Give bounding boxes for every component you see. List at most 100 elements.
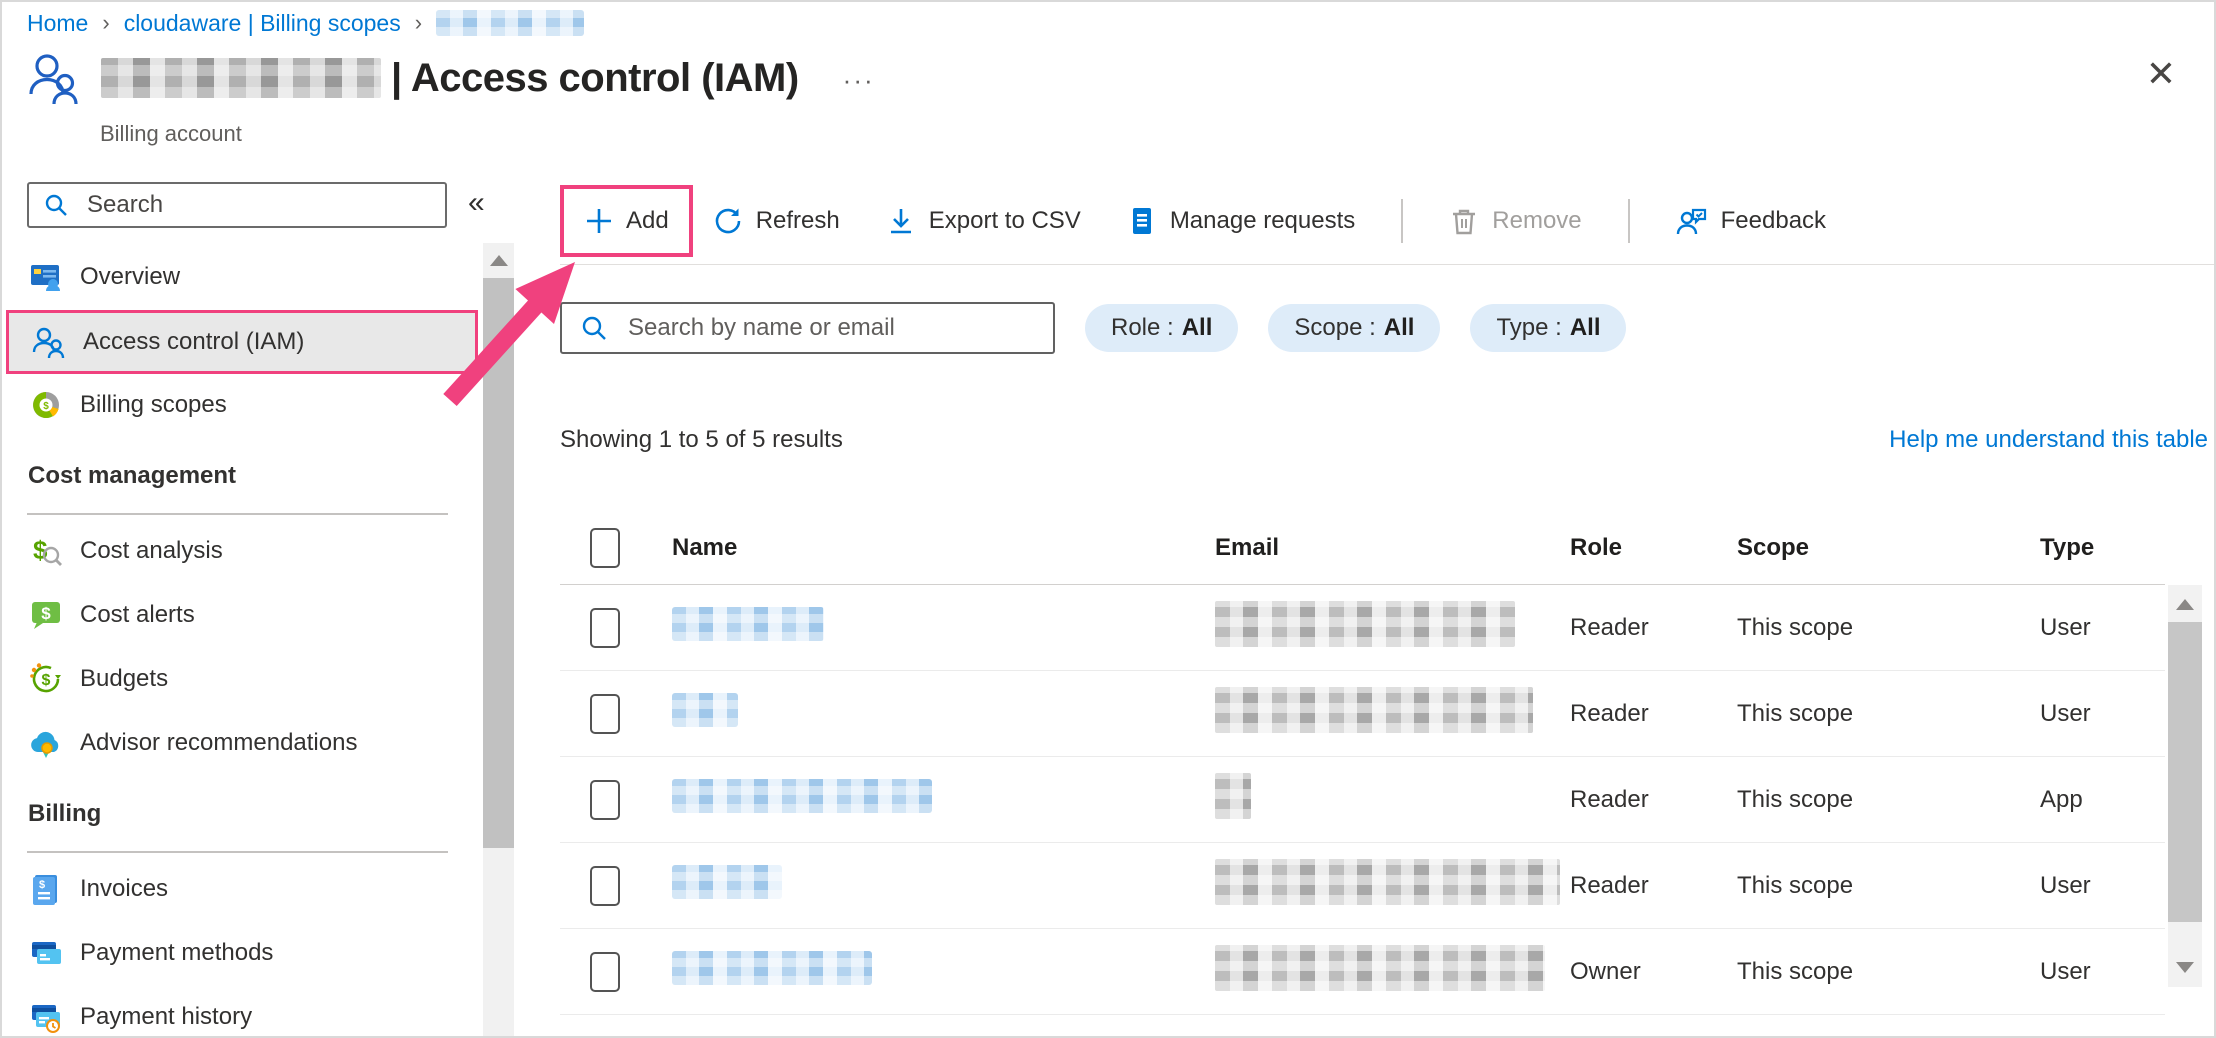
sidebar-scrollbar-thumb[interactable]	[483, 278, 514, 848]
role-cell: Reader	[1570, 614, 1737, 642]
member-name-redacted-link[interactable]	[672, 779, 932, 813]
results-summary: Showing 1 to 5 of 5 results	[560, 426, 843, 454]
table-row: Reader This scope User	[560, 585, 2165, 671]
table-scrollbar[interactable]	[2168, 585, 2202, 987]
payment-methods-icon	[28, 935, 64, 971]
column-header-role[interactable]: Role	[1570, 534, 1737, 562]
scope-cell: This scope	[1737, 614, 2040, 642]
member-name-redacted-link[interactable]	[672, 951, 872, 985]
type-cell: User	[2040, 614, 2165, 642]
close-icon[interactable]: ✕	[2146, 56, 2176, 92]
cost-analysis-icon: $	[28, 533, 64, 569]
column-header-name[interactable]: Name	[672, 534, 1215, 562]
sidebar-item-billing-scopes[interactable]: $ Billing scopes	[0, 374, 483, 436]
breadcrumb-redacted-account[interactable]	[436, 10, 584, 36]
row-checkbox[interactable]	[590, 608, 620, 648]
role-filter-pill[interactable]: Role :All	[1085, 304, 1238, 352]
member-email-redacted	[1215, 601, 1515, 647]
sidebar-item-advisor-recommendations[interactable]: Advisor recommendations	[0, 712, 483, 774]
sidebar-item-payment-history[interactable]: Payment history	[0, 986, 483, 1038]
sidebar: « Overview Access control (IAM) $ Billin…	[0, 170, 515, 1038]
sidebar-item-label: Payment history	[80, 1003, 252, 1031]
breadcrumb-separator: ›	[415, 10, 422, 36]
main-content: Add Refresh Export to CSV Manage request…	[530, 170, 2216, 1038]
sidebar-item-label: Cost analysis	[80, 537, 223, 565]
sidebar-scrollbar[interactable]	[483, 243, 514, 1038]
row-checkbox[interactable]	[590, 780, 620, 820]
sidebar-item-label: Invoices	[80, 875, 168, 903]
section-header-billing: Billing	[28, 800, 101, 828]
overview-icon	[28, 259, 64, 295]
sidebar-collapse-icon[interactable]: «	[468, 186, 485, 220]
column-header-type[interactable]: Type	[2040, 534, 2165, 562]
sidebar-item-label: Overview	[80, 263, 180, 291]
table-row: Reader This scope User	[560, 671, 2165, 757]
scope-filter-pill[interactable]: Scope :All	[1268, 304, 1440, 352]
svg-text:$: $	[41, 604, 51, 623]
svg-text:$: $	[39, 879, 45, 891]
scroll-down-icon[interactable]	[2176, 962, 2194, 973]
member-email-redacted	[1215, 773, 1251, 819]
sidebar-search-input[interactable]	[27, 182, 447, 228]
column-header-email[interactable]: Email	[1215, 534, 1570, 562]
toolbar-divider	[1401, 199, 1403, 243]
select-all-checkbox[interactable]	[590, 528, 620, 568]
sidebar-item-invoices[interactable]: $ Invoices	[0, 858, 483, 920]
row-checkbox[interactable]	[590, 952, 620, 992]
role-cell: Reader	[1570, 872, 1737, 900]
scroll-up-icon[interactable]	[490, 255, 508, 266]
more-options-button[interactable]: ···	[843, 61, 875, 96]
sidebar-item-budgets[interactable]: $ Budgets	[0, 648, 483, 710]
scope-cell: This scope	[1737, 700, 2040, 728]
type-filter-pill[interactable]: Type :All	[1470, 304, 1626, 352]
invoices-icon: $	[28, 871, 64, 907]
sidebar-item-cost-alerts[interactable]: $ Cost alerts	[0, 584, 483, 646]
member-name-redacted-link[interactable]	[672, 865, 782, 899]
sidebar-item-overview[interactable]: Overview	[0, 246, 483, 308]
member-search-input[interactable]	[560, 302, 1055, 354]
refresh-button[interactable]: Refresh	[713, 206, 840, 236]
svg-text:$: $	[42, 672, 51, 689]
sidebar-item-label: Cost alerts	[80, 601, 195, 629]
sidebar-item-payment-methods[interactable]: Payment methods	[0, 922, 483, 984]
help-me-understand-link[interactable]: Help me understand this table	[1889, 426, 2208, 454]
type-cell: User	[2040, 872, 2165, 900]
member-name-redacted-link[interactable]	[672, 693, 738, 727]
row-checkbox[interactable]	[590, 866, 620, 906]
column-header-scope[interactable]: Scope	[1737, 534, 2040, 562]
document-icon	[1127, 206, 1157, 236]
search-icon	[43, 192, 69, 218]
breadcrumb-home[interactable]: Home	[27, 10, 88, 37]
scroll-up-icon[interactable]	[2176, 599, 2194, 610]
cost-alerts-icon: $	[28, 597, 64, 633]
page-header: | Access control (IAM) ···	[27, 50, 875, 106]
budgets-icon: $	[28, 661, 64, 697]
scope-cell: This scope	[1737, 872, 2040, 900]
sidebar-item-label: Billing scopes	[80, 391, 227, 419]
filter-row: Role :All Scope :All Type :All	[560, 302, 1626, 354]
manage-requests-button[interactable]: Manage requests	[1127, 206, 1355, 236]
breadcrumb: Home › cloudaware | Billing scopes ›	[27, 6, 584, 40]
role-cell: Owner	[1570, 958, 1737, 986]
row-checkbox[interactable]	[590, 694, 620, 734]
add-button[interactable]: Add	[560, 185, 693, 257]
sidebar-item-access-control-iam[interactable]: Access control (IAM)	[6, 310, 478, 374]
sidebar-item-label: Budgets	[80, 665, 168, 693]
toolbar-separator	[560, 264, 2214, 265]
breadcrumb-billing-scopes[interactable]: cloudaware | Billing scopes	[124, 10, 401, 37]
feedback-button[interactable]: Feedback	[1676, 206, 1826, 236]
role-cell: Reader	[1570, 700, 1737, 728]
table-row: Owner This scope User	[560, 929, 2165, 1015]
toolbar-divider	[1628, 199, 1630, 243]
member-name-redacted-link[interactable]	[672, 607, 824, 641]
feedback-person-icon	[1676, 206, 1708, 236]
export-to-csv-button[interactable]: Export to CSV	[886, 206, 1081, 236]
breadcrumb-separator: ›	[102, 10, 109, 36]
divider	[27, 513, 448, 515]
table-scrollbar-thumb[interactable]	[2168, 622, 2202, 922]
sidebar-item-cost-analysis[interactable]: $ Cost analysis	[0, 520, 483, 582]
divider	[27, 851, 448, 853]
billing-account-people-icon	[27, 50, 81, 106]
trash-icon	[1449, 206, 1479, 236]
remove-button[interactable]: Remove	[1449, 206, 1581, 236]
